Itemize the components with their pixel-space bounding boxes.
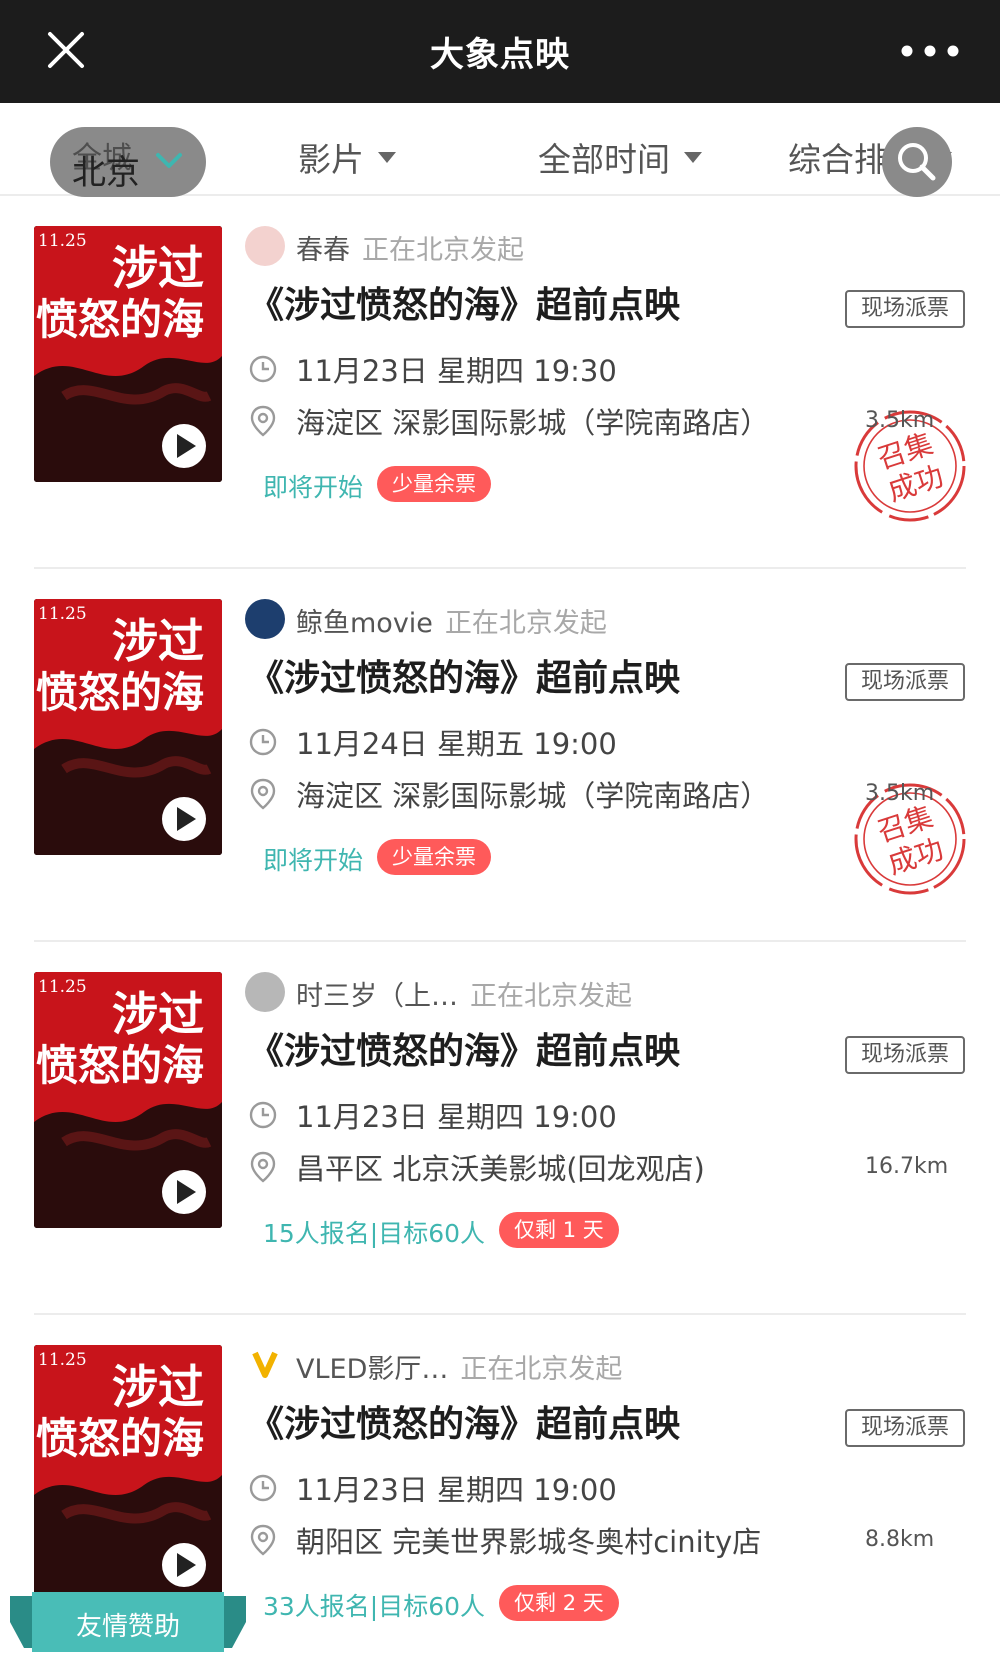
title-bar: 大象点映 bbox=[0, 0, 1000, 103]
filter-film[interactable]: 影片 bbox=[298, 133, 396, 181]
svg-text:愤怒的海: 愤怒的海 bbox=[36, 1041, 204, 1090]
city-selector[interactable]: 全城 北京 bbox=[50, 127, 206, 197]
event-card[interactable]: 11.25 涉过 愤怒的海 春春 正在北京发起 《涉过愤怒的海》超前点映 现场派票… bbox=[0, 196, 1000, 569]
location-pin-icon bbox=[250, 778, 276, 810]
host-avatar[interactable] bbox=[245, 972, 285, 1012]
search-button[interactable] bbox=[882, 127, 952, 197]
event-location[interactable]: 海淀区 深影国际影城（学院南路店） bbox=[248, 773, 769, 815]
city-label: 北京 bbox=[72, 153, 140, 193]
event-time: 11月23日 星期四 19:30 bbox=[248, 348, 617, 390]
event-datetime: 11月23日 星期四 19:00 bbox=[296, 1473, 617, 1507]
dropdown-arrow-icon bbox=[684, 151, 702, 163]
more-icon[interactable] bbox=[900, 44, 960, 58]
event-location[interactable]: 朝阳区 完美世界影城冬奥村cinity店 bbox=[248, 1519, 761, 1561]
svg-text:11.25: 11.25 bbox=[38, 231, 87, 251]
location-pin-icon bbox=[250, 1151, 276, 1183]
clock-icon bbox=[249, 728, 277, 756]
search-icon bbox=[898, 143, 936, 181]
page-title: 大象点映 bbox=[430, 35, 570, 75]
cinema-name: 昌平区 北京沃美影城(回龙观店) bbox=[296, 1152, 705, 1186]
filter-bar: 全城 北京 影片 全部时间 综合排序 bbox=[0, 103, 1000, 197]
distance-label: 16.7km bbox=[865, 1154, 949, 1179]
host-avatar[interactable] bbox=[245, 1345, 285, 1385]
cinema-name: 海淀区 深影国际影城（学院南路店） bbox=[296, 779, 770, 813]
location-pin-icon bbox=[250, 1524, 276, 1556]
clock-icon bbox=[249, 355, 277, 383]
filter-time-label: 全部时间 bbox=[538, 140, 670, 179]
ticket-tag: 现场派票 bbox=[845, 1409, 965, 1447]
host-avatar[interactable] bbox=[245, 226, 285, 266]
event-location[interactable]: 海淀区 深影国际影城（学院南路店） bbox=[248, 400, 769, 442]
svg-text:涉过: 涉过 bbox=[112, 241, 204, 295]
filter-film-label: 影片 bbox=[298, 140, 364, 179]
event-title[interactable]: 《涉过愤怒的海》超前点映 bbox=[248, 1395, 680, 1447]
svg-text:11.25: 11.25 bbox=[38, 604, 87, 624]
clock-icon bbox=[249, 1474, 277, 1502]
cinema-name: 朝阳区 完美世界影城冬奥村cinity店 bbox=[296, 1525, 762, 1559]
distance-label: 8.8km bbox=[865, 1527, 935, 1552]
event-status: 即将开始 bbox=[263, 473, 364, 502]
svg-text:涉过: 涉过 bbox=[112, 614, 204, 668]
host-line: VLED影厅… 正在北京发起 bbox=[296, 1347, 622, 1386]
status-badge: 仅剩 1 天 bbox=[499, 1212, 619, 1248]
sponsor-ribbon: 友情赞助 bbox=[10, 1592, 246, 1652]
dropdown-arrow-icon bbox=[378, 151, 396, 163]
movie-poster[interactable]: 11.25 涉过 愤怒的海 bbox=[34, 1345, 222, 1601]
event-status: 即将开始 bbox=[263, 846, 364, 875]
event-title[interactable]: 《涉过愤怒的海》超前点映 bbox=[248, 1022, 680, 1074]
event-datetime: 11月23日 星期四 19:30 bbox=[296, 354, 617, 388]
host-name[interactable]: 春春 bbox=[296, 235, 350, 266]
event-time: 11月23日 星期四 19:00 bbox=[248, 1094, 617, 1136]
host-line: 春春 正在北京发起 bbox=[296, 228, 524, 267]
event-card[interactable]: 11.25 涉过 愤怒的海 鲸鱼movie 正在北京发起 《涉过愤怒的海》超前点映… bbox=[0, 569, 1000, 942]
distance-label: 3.5km bbox=[865, 781, 935, 806]
svg-text:涉过: 涉过 bbox=[112, 1360, 204, 1414]
ticket-tag: 现场派票 bbox=[845, 663, 965, 701]
event-time: 11月23日 星期四 19:00 bbox=[248, 1467, 617, 1509]
clock-icon bbox=[249, 1101, 277, 1129]
host-subtitle: 正在北京发起 bbox=[362, 235, 524, 266]
svg-text:11.25: 11.25 bbox=[38, 1350, 87, 1370]
host-avatar[interactable] bbox=[245, 599, 285, 639]
movie-poster[interactable]: 11.25 涉过 愤怒的海 bbox=[34, 972, 222, 1228]
vled-logo-icon bbox=[252, 1351, 278, 1378]
host-subtitle: 正在北京发起 bbox=[444, 608, 607, 639]
host-subtitle: 正在北京发起 bbox=[460, 1354, 623, 1385]
host-line: 鲸鱼movie 正在北京发起 bbox=[296, 601, 607, 640]
event-card[interactable]: 11.25 涉过 愤怒的海 时三岁（上… 正在北京发起 《涉过愤怒的海》超前点映 … bbox=[0, 942, 1000, 1315]
event-status: 15人报名|目标60人 bbox=[263, 1219, 486, 1248]
event-status: 33人报名|目标60人 bbox=[263, 1592, 486, 1621]
movie-poster[interactable]: 11.25 涉过 愤怒的海 bbox=[34, 599, 222, 855]
distance-label: 3.5km bbox=[865, 408, 935, 433]
svg-text:涉过: 涉过 bbox=[112, 987, 204, 1041]
event-title[interactable]: 《涉过愤怒的海》超前点映 bbox=[248, 276, 680, 328]
host-name[interactable]: VLED影厅… bbox=[296, 1354, 448, 1385]
status-badge: 少量余票 bbox=[377, 839, 492, 875]
svg-text:愤怒的海: 愤怒的海 bbox=[36, 1414, 204, 1463]
movie-poster[interactable]: 11.25 涉过 愤怒的海 bbox=[34, 226, 222, 482]
status-badge: 仅剩 2 天 bbox=[499, 1585, 619, 1621]
svg-text:愤怒的海: 愤怒的海 bbox=[36, 295, 204, 344]
event-time: 11月24日 星期五 19:00 bbox=[248, 721, 617, 763]
location-pin-icon bbox=[250, 405, 276, 437]
sponsor-label: 友情赞助 bbox=[75, 1612, 180, 1642]
ticket-tag: 现场派票 bbox=[845, 290, 965, 328]
event-datetime: 11月23日 星期四 19:00 bbox=[296, 1100, 617, 1134]
host-line: 时三岁（上… 正在北京发起 bbox=[296, 974, 632, 1013]
event-datetime: 11月24日 星期五 19:00 bbox=[296, 727, 617, 761]
filter-time[interactable]: 全部时间 bbox=[538, 133, 702, 181]
host-subtitle: 正在北京发起 bbox=[470, 981, 632, 1012]
svg-text:愤怒的海: 愤怒的海 bbox=[36, 668, 204, 717]
ticket-tag: 现场派票 bbox=[845, 1036, 965, 1074]
host-name[interactable]: 时三岁（上… bbox=[296, 981, 458, 1012]
event-location[interactable]: 昌平区 北京沃美影城(回龙观店) bbox=[248, 1146, 705, 1188]
chevron-down-icon bbox=[156, 153, 182, 168]
event-title[interactable]: 《涉过愤怒的海》超前点映 bbox=[248, 649, 680, 701]
svg-text:11.25: 11.25 bbox=[38, 977, 87, 997]
host-name[interactable]: 鲸鱼movie bbox=[296, 608, 433, 639]
cinema-name: 海淀区 深影国际影城（学院南路店） bbox=[296, 406, 770, 440]
status-badge: 少量余票 bbox=[377, 466, 492, 502]
